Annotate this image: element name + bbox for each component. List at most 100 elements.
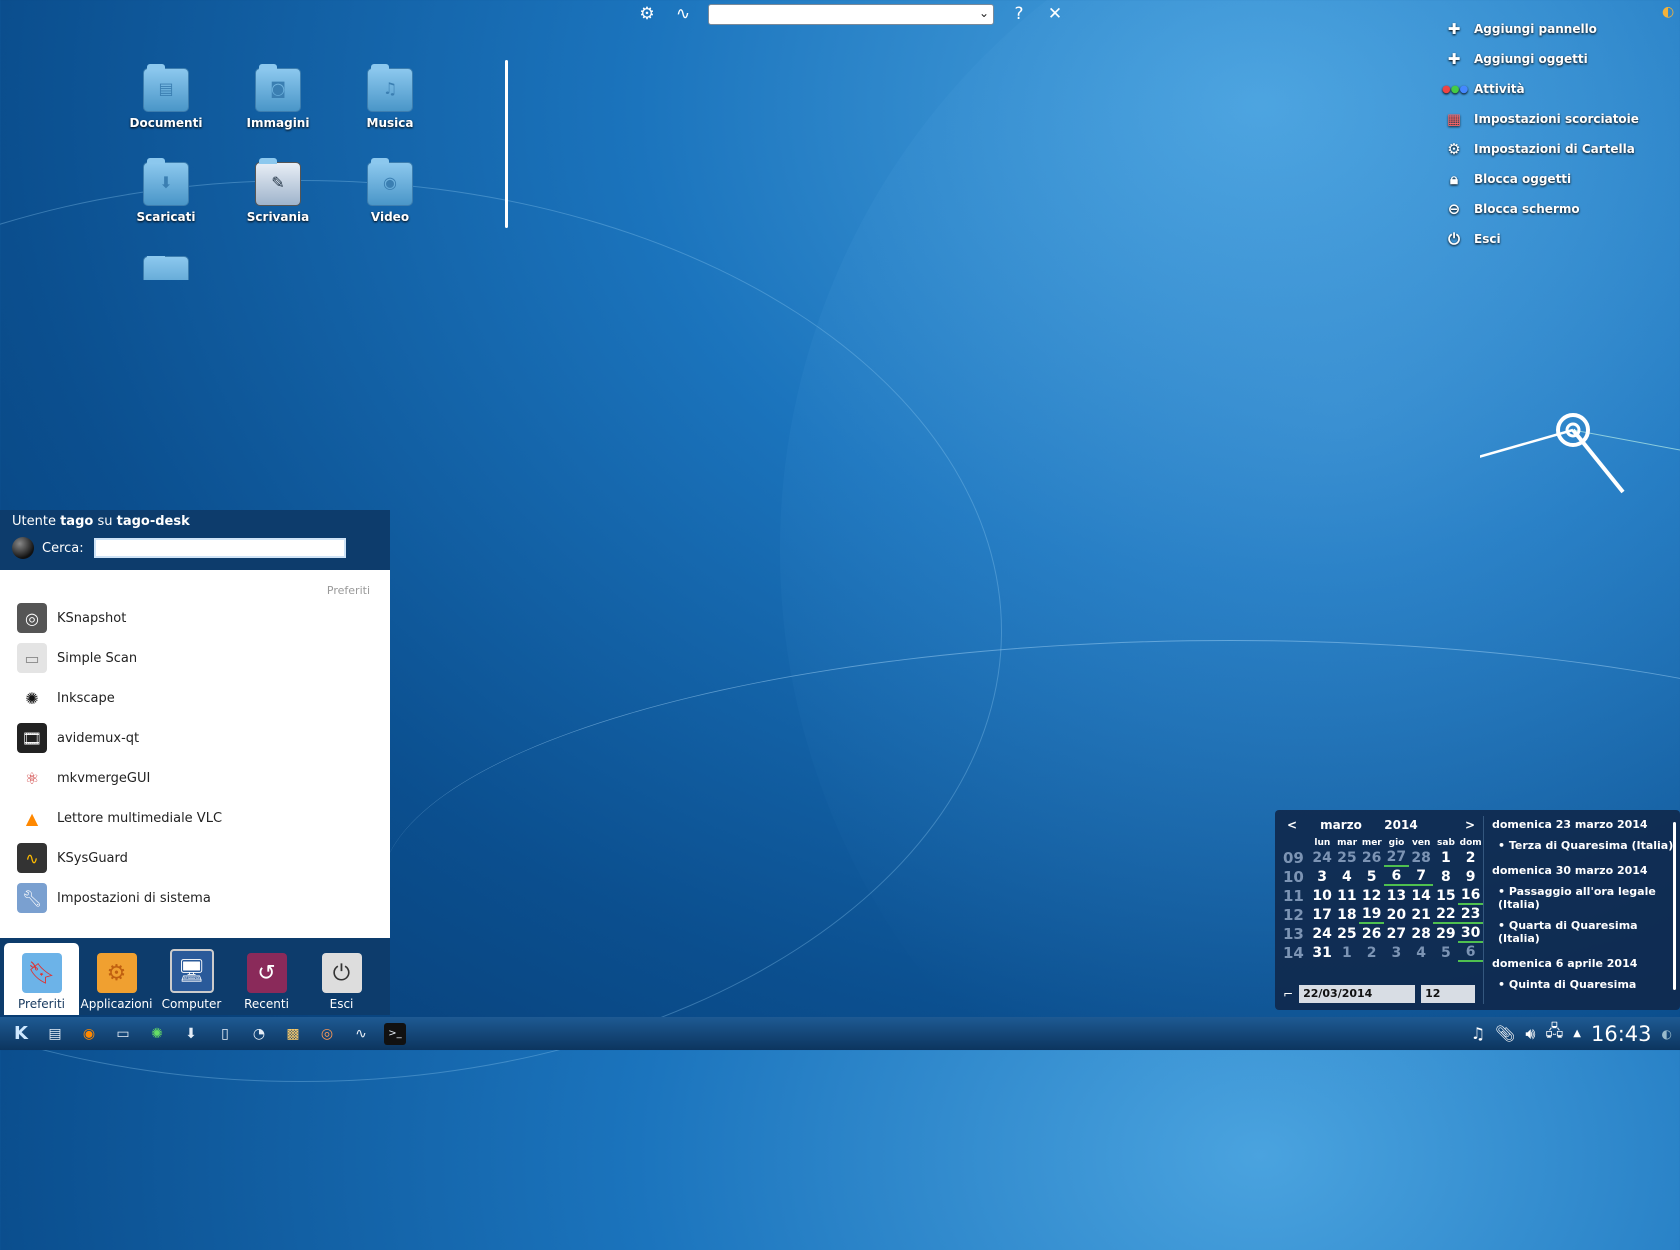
activity-monitor-icon[interactable]: ∿ xyxy=(672,4,694,24)
tab-computer[interactable]: 🖥︎ Computer xyxy=(154,943,229,1015)
calendar-day[interactable]: 2 xyxy=(1458,850,1483,866)
calendar-day[interactable]: 6 xyxy=(1383,868,1409,886)
app-ksysguard[interactable]: ∿ KSysGuard xyxy=(0,838,390,878)
calendar-day[interactable]: 4 xyxy=(1409,945,1434,961)
help-button[interactable]: ? xyxy=(1008,4,1030,24)
calendar-day[interactable]: 27 xyxy=(1383,849,1409,867)
calendar-day[interactable]: 1 xyxy=(1433,850,1458,866)
calendar-day[interactable]: 25 xyxy=(1334,850,1359,866)
tab-leave[interactable]: ⏻ Esci xyxy=(304,943,379,1015)
tab-recent[interactable]: ↺ Recenti xyxy=(229,943,304,1015)
calendar-day[interactable]: 26 xyxy=(1359,850,1384,866)
app-mkvmerge[interactable]: ⚛ mkvmergeGUI xyxy=(0,758,390,798)
calendar-day[interactable]: 28 xyxy=(1409,926,1434,942)
folder-video[interactable]: ◉ Video xyxy=(340,158,440,224)
calendar-day[interactable]: 22 xyxy=(1433,906,1459,924)
today-icon[interactable]: ⌐ xyxy=(1283,987,1293,1001)
lock-screen-item[interactable]: ⊖ Blocca schermo xyxy=(1442,194,1672,224)
app-system-settings[interactable]: 🔧︎ Impostazioni di sistema xyxy=(0,878,390,918)
tab-applications[interactable]: ⚙ Applicazioni xyxy=(79,943,154,1015)
week-spinbox[interactable]: 12 xyxy=(1421,985,1476,1003)
eye-icon[interactable]: ◔ xyxy=(248,1023,270,1045)
year-label[interactable]: 2014 xyxy=(1381,818,1421,832)
close-icon[interactable]: ✕ xyxy=(1044,4,1066,24)
kde-icon[interactable]: K xyxy=(10,1023,32,1045)
app-simple-scan[interactable]: ▭ Simple Scan xyxy=(0,638,390,678)
calendar-day[interactable]: 30 xyxy=(1458,925,1483,943)
calendar-day[interactable]: 16 xyxy=(1458,887,1483,905)
app-ksnapshot[interactable]: ◎ KSnapshot xyxy=(0,598,390,638)
image-icon[interactable]: ▩ xyxy=(282,1023,304,1045)
calendar-day[interactable]: 20 xyxy=(1384,907,1409,923)
calendar-day[interactable]: 21 xyxy=(1409,907,1434,923)
document-icon[interactable]: ▯ xyxy=(214,1023,236,1045)
activities-item[interactable]: ●●● Attività xyxy=(1442,74,1672,104)
calendar-day[interactable]: 5 xyxy=(1433,945,1458,961)
date-input[interactable]: 22/03/2014 xyxy=(1299,985,1416,1003)
vlc-icon[interactable]: ◉ xyxy=(78,1023,100,1045)
file-manager-icon[interactable]: ▤ xyxy=(44,1023,66,1045)
network-icon[interactable]: 🖧︎ xyxy=(1545,1020,1563,1047)
paperclip-icon[interactable]: 📎︎ xyxy=(1495,1024,1515,1043)
calendar-day[interactable]: 28 xyxy=(1409,850,1434,866)
calendar-day[interactable]: 7 xyxy=(1408,868,1434,886)
calendar-day[interactable]: 5 xyxy=(1359,869,1384,885)
download-icon[interactable]: ⬇ xyxy=(180,1023,202,1045)
panel-clock[interactable]: 16:43 xyxy=(1591,1022,1652,1046)
activity-select[interactable]: ⌄ xyxy=(708,3,994,25)
calendar-day[interactable]: 25 xyxy=(1334,926,1359,942)
scanner-icon[interactable]: ▭ xyxy=(112,1023,134,1045)
folder-settings-item[interactable]: ⚙ Impostazioni di Cartella xyxy=(1442,134,1672,164)
calendar-day[interactable]: 8 xyxy=(1433,869,1458,885)
desktop-toolbox-cashew-icon[interactable]: ◐ xyxy=(1662,4,1674,20)
calendar-day[interactable]: 31 xyxy=(1310,945,1335,961)
tray-expand-icon[interactable]: ▲ xyxy=(1573,1028,1581,1039)
folder-view-scrollbar[interactable] xyxy=(505,60,508,228)
folder-immagini[interactable]: ◙ Immagini xyxy=(228,64,328,130)
calendar-day[interactable]: 11 xyxy=(1334,888,1359,904)
calendar-day[interactable]: 13 xyxy=(1384,888,1409,904)
app-vlc[interactable]: ▲ Lettore multimediale VLC xyxy=(0,798,390,838)
logout-item[interactable]: ⏻ Esci xyxy=(1442,224,1672,254)
calendar-day[interactable]: 19 xyxy=(1359,906,1384,924)
volume-icon[interactable]: 🔊︎ xyxy=(1525,1024,1535,1044)
app-avidemux[interactable]: 🎞︎ avidemux-qt xyxy=(0,718,390,758)
calendar-day[interactable]: 18 xyxy=(1334,907,1359,923)
ksysguard-icon[interactable]: ∿ xyxy=(350,1023,372,1045)
calendar-day[interactable]: 12 xyxy=(1359,888,1384,904)
app-inkscape[interactable]: ✺ Inkscape xyxy=(0,678,390,718)
ksnapshot-icon[interactable]: ◎ xyxy=(316,1023,338,1045)
prev-month-button[interactable]: < xyxy=(1283,818,1301,832)
calendar-day[interactable]: 23 xyxy=(1458,906,1483,924)
lock-widgets-item[interactable]: 🔒︎ Blocca oggetti xyxy=(1442,164,1672,194)
panel-cashew-icon[interactable]: ◐ xyxy=(1662,1027,1672,1041)
calendar-day[interactable]: 1 xyxy=(1334,945,1359,961)
add-panel-item[interactable]: ✚ Aggiungi pannello xyxy=(1442,14,1672,44)
folder-documenti[interactable]: ▤ Documenti xyxy=(116,64,216,130)
add-widgets-item[interactable]: ✚ Aggiungi oggetti xyxy=(1442,44,1672,74)
calendar-day[interactable]: 10 xyxy=(1310,888,1335,904)
calendar-day[interactable]: 27 xyxy=(1384,926,1409,942)
calendar-day[interactable]: 29 xyxy=(1433,926,1458,942)
calendar-day[interactable]: 9 xyxy=(1458,869,1483,885)
events-scrollbar[interactable] xyxy=(1673,822,1676,990)
settings-gear-icon[interactable]: ⚙ xyxy=(636,4,658,24)
calendar-day[interactable]: 3 xyxy=(1384,945,1409,961)
folder-partial[interactable] xyxy=(116,256,216,280)
calendar-day[interactable]: 24 xyxy=(1310,850,1335,866)
terminal-icon[interactable]: >_ xyxy=(384,1022,406,1045)
calendar-day[interactable]: 4 xyxy=(1334,869,1359,885)
calendar-day[interactable]: 6 xyxy=(1458,944,1483,962)
next-month-button[interactable]: > xyxy=(1461,818,1479,832)
calendar-day[interactable]: 17 xyxy=(1310,907,1335,923)
calendar-day[interactable]: 2 xyxy=(1359,945,1384,961)
calendar-day[interactable]: 15 xyxy=(1433,888,1458,904)
calendar-day[interactable]: 26 xyxy=(1359,926,1384,942)
inkscape-icon[interactable]: ✺ xyxy=(146,1023,168,1045)
search-input[interactable] xyxy=(93,538,346,558)
calendar-day[interactable]: 3 xyxy=(1310,869,1335,885)
folder-musica[interactable]: ♫ Musica xyxy=(340,64,440,130)
calendar-day[interactable]: 14 xyxy=(1409,888,1434,904)
folder-scrivania[interactable]: ✎ Scrivania xyxy=(228,158,328,224)
month-label[interactable]: marzo xyxy=(1301,818,1381,832)
